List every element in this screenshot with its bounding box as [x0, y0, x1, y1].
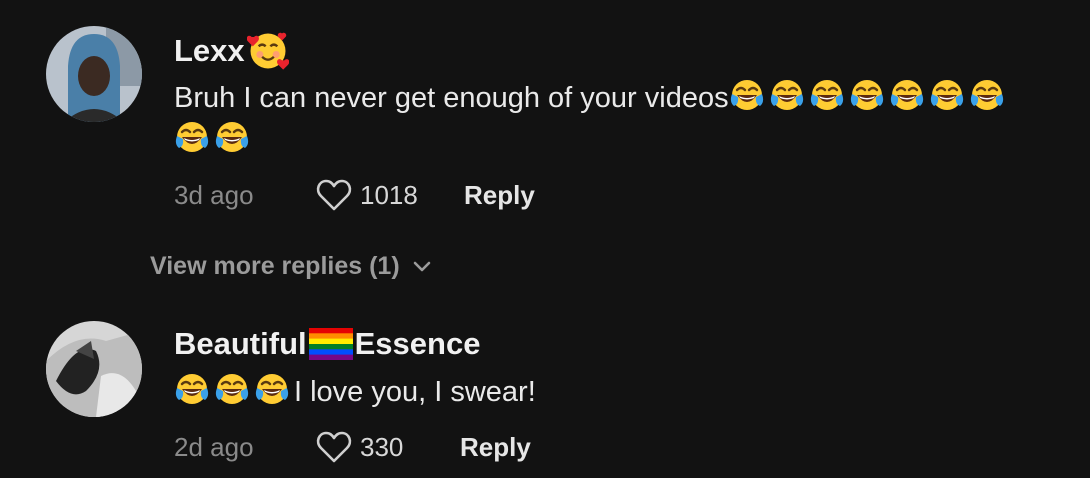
face-with-tears-of-joy-icon: [254, 372, 290, 408]
face-with-tears-of-joy-icon: [769, 78, 805, 114]
username-text: Lexx: [174, 33, 245, 68]
emoji-row: [174, 124, 254, 156]
avatar[interactable]: [46, 26, 142, 122]
face-with-tears-of-joy-icon: [809, 78, 845, 114]
reply-button[interactable]: Reply: [464, 180, 535, 211]
view-more-label: View more replies (1): [150, 252, 400, 280]
emoji-row: [174, 376, 294, 408]
like-button[interactable]: 330: [316, 430, 403, 464]
username-text-part2: Essence: [354, 326, 481, 361]
face-with-tears-of-joy-icon: [849, 78, 885, 114]
face-with-tears-of-joy-icon: [729, 78, 765, 114]
comment-text-line: I love you, I swear!: [294, 376, 536, 408]
like-count: 1018: [360, 179, 418, 210]
face-with-tears-of-joy-icon: [174, 120, 210, 156]
face-with-tears-of-joy-icon: [889, 78, 925, 114]
comment-username[interactable]: Beautiful Essence: [174, 326, 480, 362]
smiling-face-with-hearts-icon: [247, 30, 289, 72]
comment-timestamp: 2d ago: [174, 432, 254, 462]
face-with-tears-of-joy-icon: [214, 372, 250, 408]
username-text-part1: Beautiful: [174, 326, 307, 361]
comment-text-line: Bruh I can never get enough of your vide…: [174, 82, 729, 114]
like-count: 330: [360, 431, 404, 462]
like-button[interactable]: 1018: [316, 178, 418, 212]
comment-username[interactable]: Lexx: [174, 30, 289, 72]
face-with-tears-of-joy-icon: [214, 120, 250, 156]
heart-icon: [316, 179, 352, 211]
emoji-row: [729, 82, 1009, 114]
reply-button[interactable]: Reply: [460, 432, 531, 463]
comment-text: Bruh I can never get enough of your vide…: [174, 78, 1009, 118]
view-more-replies-button[interactable]: View more replies (1): [150, 252, 432, 281]
comment-timestamp: 3d ago: [174, 180, 254, 210]
face-with-tears-of-joy-icon: [174, 372, 210, 408]
comment-text: I love you, I swear!: [174, 372, 536, 412]
avatar[interactable]: [46, 321, 142, 417]
comment-text-continued: [174, 120, 254, 160]
face-with-tears-of-joy-icon: [929, 78, 965, 114]
chevron-down-icon: [413, 261, 430, 271]
rainbow-flag-icon: [308, 328, 353, 360]
face-with-tears-of-joy-icon: [969, 78, 1005, 114]
heart-icon: [316, 431, 352, 463]
